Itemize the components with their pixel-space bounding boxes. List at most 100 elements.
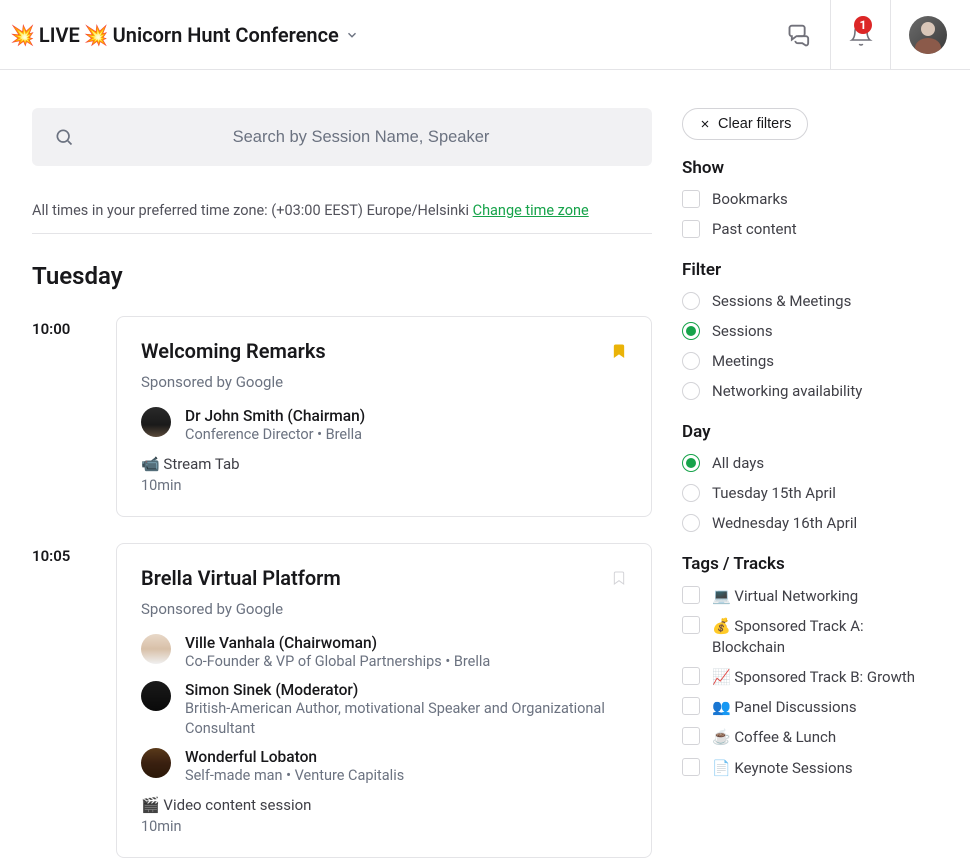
- bookmark-icon[interactable]: [611, 341, 627, 361]
- tag-panel-checkbox[interactable]: 👥 Panel Discussions: [682, 697, 938, 717]
- speaker-avatar[interactable]: [141, 748, 171, 778]
- tag-icon: 👥: [712, 698, 731, 716]
- session-card[interactable]: Brella Virtual Platform Sponsored by Goo…: [116, 543, 652, 858]
- checkbox-icon: [682, 667, 700, 685]
- filter-meetings-radio[interactable]: Meetings: [682, 352, 938, 370]
- session-title: Brella Virtual Platform: [141, 566, 627, 590]
- radio-icon: [682, 322, 700, 340]
- profile-button[interactable]: [890, 0, 950, 70]
- filter-sessions-meetings-radio[interactable]: Sessions & Meetings: [682, 292, 938, 310]
- session-type: 📹 Stream Tab: [141, 455, 627, 473]
- radio-icon: [682, 352, 700, 370]
- show-heading: Show: [682, 158, 938, 178]
- speaker-row: Simon Sinek (Moderator) British-American…: [141, 681, 627, 738]
- checkbox-icon: [682, 586, 700, 604]
- user-avatar[interactable]: [909, 16, 947, 54]
- clear-filters-label: Clear filters: [718, 116, 791, 132]
- radio-icon: [682, 484, 700, 502]
- tag-virtual-networking-checkbox[interactable]: 💻 Virtual Networking: [682, 586, 938, 606]
- radio-label: Sessions & Meetings: [712, 292, 851, 310]
- messages-button[interactable]: [770, 0, 830, 70]
- speaker-row: Ville Vanhala (Chairwoman) Co-Founder & …: [141, 634, 627, 672]
- session-card[interactable]: Welcoming Remarks Sponsored by Google Dr…: [116, 316, 652, 517]
- day-heading: Tuesday: [32, 262, 652, 290]
- tag-label: Keynote Sessions: [734, 759, 852, 777]
- bookmark-icon[interactable]: [611, 568, 627, 588]
- tag-icon: 📄: [712, 759, 731, 777]
- radio-label: Meetings: [712, 352, 774, 370]
- tag-blockchain-checkbox[interactable]: 💰 Sponsored Track A: Blockchain: [682, 616, 938, 657]
- session-type-label: Stream Tab: [163, 455, 239, 473]
- tag-label: Coffee & Lunch: [734, 728, 836, 746]
- session-duration: 10min: [141, 818, 627, 835]
- header-title-group[interactable]: 💥 LIVE 💥 Unicorn Hunt Conference: [10, 23, 359, 47]
- radio-label: All days: [712, 454, 764, 472]
- search-icon: [54, 127, 74, 147]
- filter-heading: Filter: [682, 260, 938, 280]
- app-header: 💥 LIVE 💥 Unicorn Hunt Conference 1: [0, 0, 970, 70]
- change-timezone-link[interactable]: Change time zone: [473, 202, 589, 219]
- header-actions: 1: [770, 0, 950, 70]
- day-all-radio[interactable]: All days: [682, 454, 938, 472]
- radio-label: Sessions: [712, 322, 773, 340]
- search-box[interactable]: [32, 108, 652, 166]
- speaker-avatar[interactable]: [141, 681, 171, 711]
- emoji-icon: 💥: [84, 23, 109, 47]
- tag-growth-checkbox[interactable]: 📈 Sponsored Track B: Growth: [682, 667, 938, 687]
- filter-sessions-radio[interactable]: Sessions: [682, 322, 938, 340]
- speaker-role: Conference Director • Brella: [185, 425, 365, 445]
- video-icon: 📹: [141, 455, 160, 473]
- checkbox-icon: [682, 616, 700, 634]
- session-duration: 10min: [141, 477, 627, 494]
- chevron-down-icon[interactable]: [345, 28, 359, 42]
- day-wednesday-radio[interactable]: Wednesday 16th April: [682, 514, 938, 532]
- day-tuesday-radio[interactable]: Tuesday 15th April: [682, 484, 938, 502]
- session-title: Welcoming Remarks: [141, 339, 627, 363]
- tags-heading: Tags / Tracks: [682, 554, 938, 574]
- close-icon: [699, 118, 711, 130]
- checkbox-icon: [682, 758, 700, 776]
- speaker-name: Ville Vanhala (Chairwoman): [185, 634, 490, 652]
- tag-coffee-checkbox[interactable]: ☕ Coffee & Lunch: [682, 727, 938, 747]
- radio-icon: [682, 382, 700, 400]
- speaker-row: Wonderful Lobaton Self-made man • Ventur…: [141, 748, 627, 786]
- speaker-name: Wonderful Lobaton: [185, 748, 404, 766]
- speaker-role: Co-Founder & VP of Global Partnerships •…: [185, 652, 490, 672]
- filter-networking-radio[interactable]: Networking availability: [682, 382, 938, 400]
- speaker-avatar[interactable]: [141, 407, 171, 437]
- session-sponsor: Sponsored by Google: [141, 373, 627, 391]
- speaker-name: Simon Sinek (Moderator): [185, 681, 627, 699]
- tag-icon: 💰: [712, 617, 731, 635]
- tz-value: (+03:00 EEST) Europe/Helsinki: [271, 202, 469, 219]
- session-time: 10:00: [32, 316, 88, 517]
- speaker-role: Self-made man • Venture Capitalis: [185, 766, 404, 786]
- session-sponsor: Sponsored by Google: [141, 600, 627, 618]
- session-type: 🎬 Video content session: [141, 796, 627, 814]
- speaker-row: Dr John Smith (Chairman) Conference Dire…: [141, 407, 627, 445]
- checkbox-label: Past content: [712, 220, 797, 238]
- tag-icon: 📈: [712, 668, 731, 686]
- tag-label: Virtual Networking: [734, 587, 858, 605]
- radio-label: Wednesday 16th April: [712, 514, 857, 532]
- search-input[interactable]: [92, 128, 630, 147]
- checkbox-icon: [682, 727, 700, 745]
- show-bookmarks-checkbox[interactable]: Bookmarks: [682, 190, 938, 208]
- session-type-label: Video content session: [163, 796, 311, 814]
- checkbox-icon: [682, 190, 700, 208]
- tag-icon: 💻: [712, 587, 731, 605]
- tz-prefix: All times in your preferred time zone:: [32, 202, 268, 219]
- radio-icon: [682, 292, 700, 310]
- tag-label: Sponsored Track A: Blockchain: [712, 617, 864, 655]
- clear-filters-button[interactable]: Clear filters: [682, 108, 808, 140]
- speaker-avatar[interactable]: [141, 634, 171, 664]
- checkbox-icon: [682, 220, 700, 238]
- show-past-checkbox[interactable]: Past content: [682, 220, 938, 238]
- timezone-row: All times in your preferred time zone: (…: [32, 202, 652, 234]
- notifications-button[interactable]: 1: [830, 0, 890, 70]
- radio-icon: [682, 514, 700, 532]
- checkbox-label: Bookmarks: [712, 190, 788, 208]
- tag-label: Panel Discussions: [734, 698, 856, 716]
- session-time: 10:05: [32, 543, 88, 858]
- session-slot: 10:05 Brella Virtual Platform Sponsored …: [32, 543, 652, 858]
- tag-keynote-checkbox[interactable]: 📄 Keynote Sessions: [682, 758, 938, 778]
